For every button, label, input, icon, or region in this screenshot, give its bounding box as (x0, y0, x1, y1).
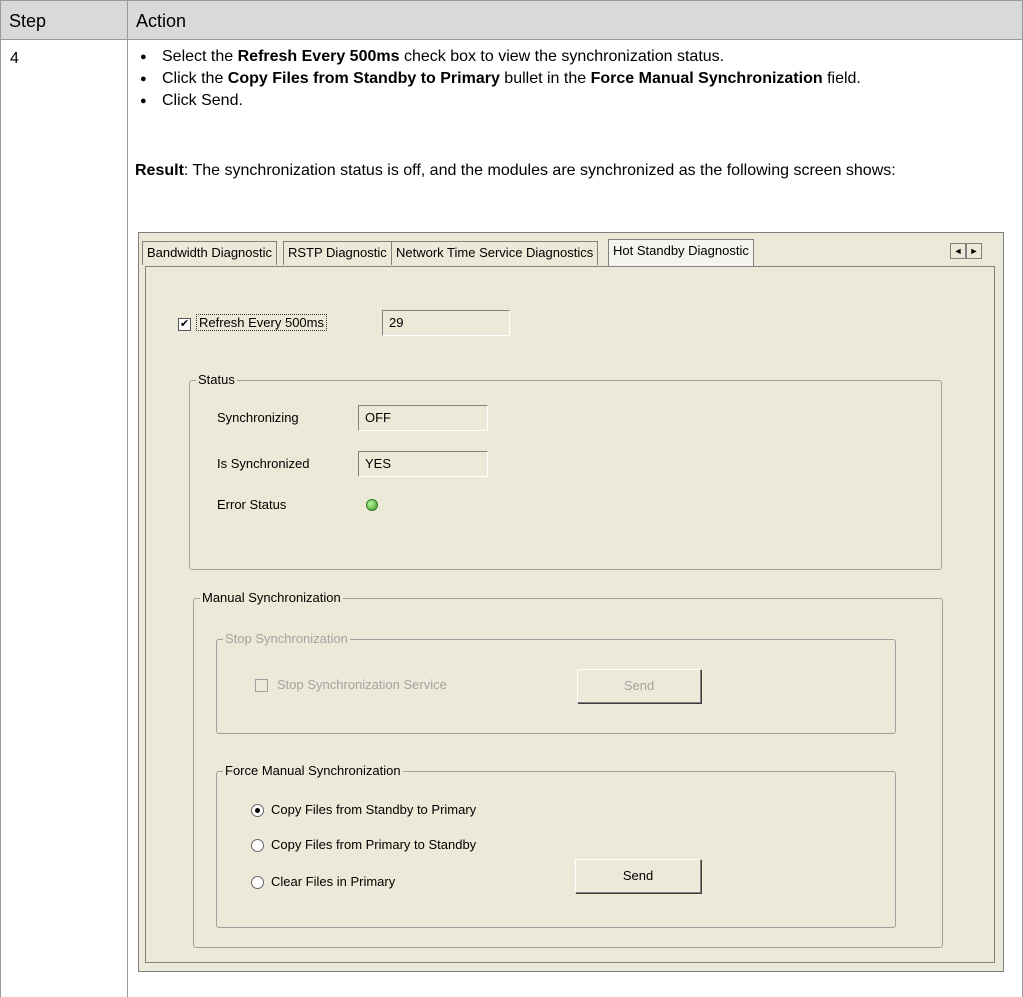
manual-sync-title: Manual Synchronization (200, 590, 343, 605)
instruction-text: Click Send. (162, 92, 243, 109)
table-header-row: Step Action (0, 0, 1023, 40)
step-number: 4 (10, 50, 19, 67)
stop-sync-label: Stop Synchronization Service (277, 677, 447, 692)
instruction-text: bullet in the (499, 70, 591, 87)
synchronizing-value: OFF (358, 405, 488, 431)
error-status-label: Error Status (217, 497, 287, 512)
instruction-list: Select the Refresh Every 500ms check box… (140, 46, 1010, 112)
stop-sync-group: Stop Synchronization Stop Synchronizatio… (216, 631, 896, 734)
refresh-label[interactable]: Refresh Every 500ms (196, 314, 327, 331)
status-group-title: Status (196, 372, 237, 387)
result-label: Result (135, 162, 184, 179)
stop-sync-checkbox[interactable] (255, 679, 268, 692)
result-text: : The synchronization status is off, and… (183, 162, 896, 179)
tab-scroll-left-icon[interactable]: ◄ (950, 243, 966, 259)
error-status-led-icon (366, 499, 378, 511)
is-synchronized-label: Is Synchronized (217, 456, 310, 471)
is-synchronized-value: YES (358, 451, 488, 477)
stop-sync-send-button[interactable]: Send (577, 669, 701, 703)
tab-scroll-right-icon[interactable]: ► (966, 243, 982, 259)
radio-copy-standby-to-primary-label[interactable]: Copy Files from Standby to Primary (271, 802, 476, 817)
instruction-item: Click Send. (140, 90, 1010, 112)
instruction-item: Select the Refresh Every 500ms check box… (140, 46, 1010, 68)
radio-clear-files-in-primary-label[interactable]: Clear Files in Primary (271, 874, 395, 889)
tab-panel: ✔ Refresh Every 500ms 29 Status Synchron… (145, 266, 995, 963)
instruction-bold: Copy Files from Standby to Primary (227, 70, 500, 87)
instruction-text: check box to view the synchronization st… (399, 48, 725, 65)
step-table: Step Action 4 Select the Refresh Every 5… (0, 0, 1023, 997)
stop-sync-title: Stop Synchronization (223, 631, 350, 646)
manual-sync-group: Manual Synchronization Stop Synchronizat… (193, 590, 943, 948)
hot-standby-dialog: Bandwidth Diagnostic RSTP Diagnostic Net… (138, 232, 1004, 972)
radio-copy-standby-to-primary[interactable] (251, 804, 264, 817)
header-step: Step (9, 11, 47, 31)
instruction-text: field. (822, 70, 861, 87)
tab-rstp-diagnostic[interactable]: RSTP Diagnostic (283, 241, 392, 265)
radio-copy-primary-to-standby-label[interactable]: Copy Files from Primary to Standby (271, 837, 476, 852)
tab-network-time-service-diagnostics[interactable]: Network Time Service Diagnostics (391, 241, 599, 265)
refresh-label-text: Refresh Every 500ms (196, 314, 327, 331)
force-sync-title: Force Manual Synchronization (223, 763, 403, 778)
status-group: Status Synchronizing OFF Is Synchronized… (189, 372, 942, 570)
force-sync-send-button[interactable]: Send (575, 859, 701, 893)
tab-bandwidth-diagnostic[interactable]: Bandwidth Diagnostic (142, 241, 278, 265)
refresh-counter-field: 29 (382, 310, 510, 336)
instruction-text: Select the (162, 48, 238, 65)
column-divider (127, 0, 128, 997)
radio-copy-primary-to-standby[interactable] (251, 839, 264, 852)
table-left-border (0, 40, 1, 997)
result-paragraph: Result: The synchronization status is of… (135, 160, 1015, 182)
radio-clear-files-in-primary[interactable] (251, 876, 264, 889)
instruction-bold: Force Manual Synchronization (590, 70, 823, 87)
refresh-checkbox[interactable]: ✔ (178, 318, 191, 331)
instruction-text: Click the (162, 70, 228, 87)
synchronizing-label: Synchronizing (217, 410, 299, 425)
force-sync-group: Force Manual Synchronization Copy Files … (216, 763, 896, 928)
instruction-bold: Refresh Every 500ms (237, 48, 400, 65)
instruction-item: Click the Copy Files from Standby to Pri… (140, 68, 1010, 90)
header-action: Action (136, 11, 187, 31)
tab-hot-standby-diagnostic[interactable]: Hot Standby Diagnostic (608, 239, 754, 266)
